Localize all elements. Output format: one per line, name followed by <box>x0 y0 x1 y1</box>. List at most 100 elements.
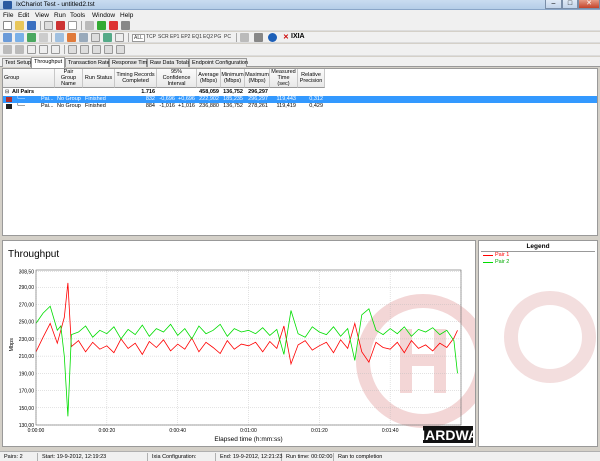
menu-file[interactable]: File <box>3 12 13 19</box>
copy-icon[interactable] <box>68 21 77 30</box>
status-bar: Pairs: 2 Start: 19-9-2012, 12:19:23 Ixia… <box>0 451 600 461</box>
col-relative-precision[interactable]: Relative Precision <box>298 69 325 88</box>
menu-edit[interactable]: Edit <box>18 12 29 19</box>
minimize-button[interactable]: – <box>545 0 562 9</box>
tab-transaction-rate[interactable]: Transaction Rate <box>65 58 110 67</box>
close-button[interactable]: ✕ <box>578 0 600 9</box>
col-pair-group-name[interactable]: Pair Group Name <box>55 69 83 88</box>
chart-options-icon[interactable] <box>116 45 125 54</box>
endpoint-icon[interactable] <box>254 33 263 42</box>
zoom-out-icon[interactable] <box>15 45 24 54</box>
legend-item-pair2[interactable]: Pair 2 <box>495 259 509 265</box>
protocol-tcp-button[interactable]: TCP <box>146 34 156 40</box>
x-tick-label: 0:00:40 <box>169 428 186 434</box>
all-pairs-maximum: 296,297 <box>248 89 268 95</box>
menu-help[interactable]: Help <box>120 12 133 19</box>
measured-time: 119,419 <box>276 103 296 109</box>
col-measured-time[interactable]: Measured Time (sec) <box>270 69 298 88</box>
protocol-ep2-button[interactable]: EP2 <box>181 34 190 40</box>
col-maximum[interactable]: Maximum (Mbps) <box>245 69 270 88</box>
delete-pair-icon[interactable] <box>39 33 48 42</box>
open-folder-icon[interactable] <box>15 21 24 30</box>
menu-run[interactable]: Run <box>54 12 66 19</box>
all-pairs-records: 1.716 <box>141 89 155 95</box>
tab-throughput[interactable]: Throughput <box>31 57 65 68</box>
col-run-status[interactable]: Run Status <box>83 69 115 88</box>
protocol-all-button[interactable]: ALL <box>132 34 145 42</box>
menu-tools[interactable]: Tools <box>70 12 85 19</box>
results-grid: Group Pair Group Name Run Status Timing … <box>2 68 598 236</box>
add-multicast-icon[interactable] <box>15 33 24 42</box>
protocol-eq1-button[interactable]: EQ1 <box>192 34 202 40</box>
tab-response-time[interactable]: Response Time <box>109 58 150 67</box>
zoom-in-icon[interactable] <box>3 45 12 54</box>
run-status: Finished <box>85 103 106 109</box>
average: 236,880 <box>199 103 219 109</box>
split-view-icon[interactable] <box>51 45 60 54</box>
grid-view-icon[interactable] <box>27 45 36 54</box>
result-tabs: Test Setup Throughput Transaction Rate R… <box>0 57 600 68</box>
options-icon[interactable] <box>67 33 76 42</box>
axis-icon[interactable] <box>80 45 89 54</box>
col-average[interactable]: Average (Mbps) <box>197 69 221 88</box>
add-pair-icon[interactable] <box>3 33 12 42</box>
list-view-icon[interactable] <box>39 45 48 54</box>
collapse-icon[interactable]: ⊟ <box>5 89 9 96</box>
legend-item-pair1[interactable]: Pair 1 <box>495 252 509 258</box>
filter-icon[interactable] <box>79 33 88 42</box>
graph-icon[interactable] <box>103 33 112 42</box>
tab-test-setup[interactable]: Test Setup <box>2 58 31 67</box>
info-icon[interactable] <box>268 33 277 42</box>
paste-icon[interactable] <box>85 21 94 30</box>
menu-window[interactable]: Window <box>92 12 115 19</box>
sort-icon[interactable] <box>91 33 100 42</box>
stop-icon[interactable] <box>109 21 118 30</box>
protocol-pg-button[interactable]: PG <box>214 34 221 40</box>
col-confidence-interval[interactable]: 95% Confidence Interval <box>157 69 197 88</box>
all-pairs-minimum: 136,752 <box>223 89 243 95</box>
table-row[interactable]: └— Pai... No Group Finished 884 -1,016 +… <box>3 103 597 110</box>
all-pairs-row[interactable]: ⊟ All Pairs 1.716 458,059 136,752 296,29… <box>3 89 597 96</box>
cut-icon[interactable] <box>56 21 65 30</box>
x-tick-label: 0:01:20 <box>311 428 328 434</box>
status-ixia-config: Ixia Configuration: <box>150 453 216 461</box>
menu-view[interactable]: View <box>35 12 49 19</box>
table-icon[interactable] <box>115 33 124 42</box>
script-icon[interactable] <box>55 33 64 42</box>
export-icon[interactable] <box>104 45 113 54</box>
protocol-eq2-button[interactable]: EQ2 <box>203 34 213 40</box>
protocol-pc-button[interactable]: PC <box>224 34 231 40</box>
protocol-scr-button[interactable]: SCR <box>158 34 169 40</box>
run-icon[interactable] <box>97 21 106 30</box>
save-icon[interactable] <box>27 21 36 30</box>
legend-icon[interactable] <box>92 45 101 54</box>
col-group[interactable]: Group <box>3 69 55 88</box>
col-timing-records[interactable]: Timing Records Completed <box>115 69 157 88</box>
all-pairs-average: 458,059 <box>199 89 219 95</box>
print-icon[interactable] <box>44 21 53 30</box>
pair-name: Pai... <box>41 96 54 102</box>
pair-group: No Group <box>57 96 81 102</box>
maximize-button[interactable]: □ <box>562 0 578 9</box>
x-axis-label: Elapsed time (h:mm:ss) <box>214 436 282 443</box>
throughput-chart[interactable]: Throughput 130,00150,00170,00190,00210,0… <box>3 241 535 446</box>
legend-title: Legend <box>526 243 550 250</box>
refresh-icon[interactable] <box>121 21 130 30</box>
chart-type-icon[interactable] <box>68 45 77 54</box>
ci-high: +0,696 <box>178 96 195 102</box>
tree-line-icon: └— <box>16 96 26 102</box>
protocol-ep1-button[interactable]: EP1 <box>170 34 179 40</box>
view-toolbar <box>0 44 600 56</box>
col-minimum[interactable]: Minimum (Mbps) <box>221 69 245 88</box>
new-file-icon[interactable] <box>3 21 12 30</box>
settings-icon[interactable] <box>240 33 249 42</box>
y-tick-label: 308,50 <box>19 269 35 275</box>
hardware-info-logo: HARDWARE.INFO <box>415 426 535 443</box>
main-toolbar <box>0 20 600 31</box>
edit-pair-icon[interactable] <box>27 33 36 42</box>
tab-raw-data-totals[interactable]: Raw Data Totals <box>147 58 190 67</box>
run-status: Finished <box>85 96 106 102</box>
tab-endpoint-configuration[interactable]: Endpoint Configuration <box>189 58 248 67</box>
plot-area <box>35 269 462 426</box>
table-row[interactable]: └— Pai... No Group Finished 832 -0,696 +… <box>3 96 597 103</box>
